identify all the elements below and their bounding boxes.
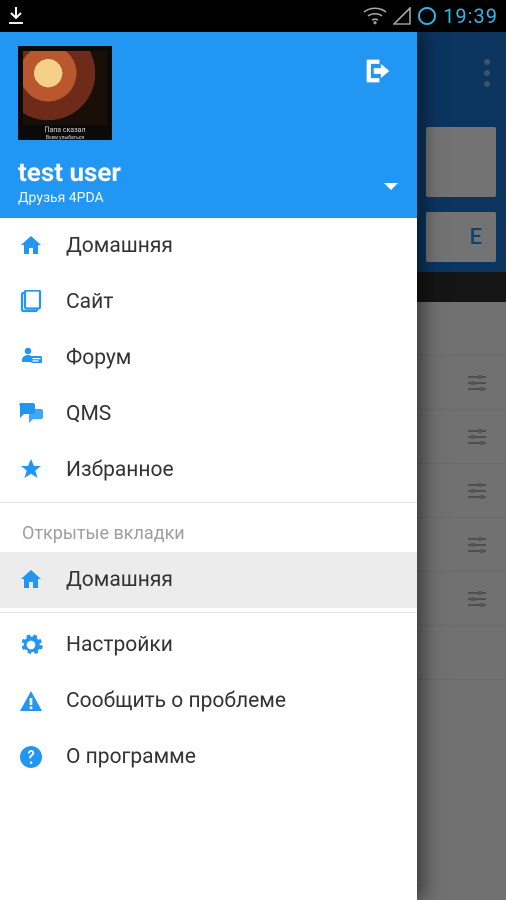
user-name: test user	[18, 158, 121, 188]
help-icon	[18, 745, 44, 769]
android-status-bar: 19:39	[0, 0, 506, 32]
menu-item-report[interactable]: Сообщить о проблеме	[0, 673, 417, 729]
avatar[interactable]: Папа сказал Всем улыбаться	[18, 46, 112, 140]
battery-icon	[417, 6, 437, 26]
menu-item-about[interactable]: О программе	[0, 729, 417, 785]
navigation-drawer: Папа сказал Всем улыбаться test user Дру…	[0, 32, 417, 900]
chevron-down-icon[interactable]	[383, 177, 399, 196]
chat-icon	[18, 403, 44, 425]
menu-item-site[interactable]: Сайт	[0, 274, 417, 330]
drawer-header[interactable]: Папа сказал Всем улыбаться test user Дру…	[0, 32, 417, 218]
status-clock: 19:39	[443, 4, 498, 28]
home-icon	[18, 568, 44, 592]
menu-item-label: Сайт	[66, 290, 113, 314]
wifi-icon	[363, 7, 387, 25]
menu-item-favorites[interactable]: Избранное	[0, 442, 417, 498]
home-icon	[18, 234, 44, 258]
menu-item-label: Домашняя	[66, 234, 173, 258]
menu-item-forum[interactable]: Форум	[0, 330, 417, 386]
divider	[0, 502, 417, 503]
menu-item-qms[interactable]: QMS	[0, 386, 417, 442]
network-icon	[393, 7, 411, 25]
gear-icon	[18, 632, 44, 658]
open-tabs-title: Открытые вкладки	[0, 507, 417, 552]
menu-item-label: Сообщить о проблеме	[66, 689, 286, 713]
menu-item-settings[interactable]: Настройки	[0, 617, 417, 673]
menu-item-label: Форум	[66, 346, 131, 370]
site-icon	[18, 290, 44, 314]
divider	[0, 612, 417, 613]
warning-icon	[18, 689, 44, 713]
open-tab-item[interactable]: Домашняя	[0, 552, 417, 608]
logout-icon[interactable]	[361, 54, 395, 92]
open-tab-label: Домашняя	[66, 568, 173, 592]
menu-item-label: QMS	[66, 402, 111, 426]
download-icon	[8, 7, 24, 25]
forum-icon	[18, 346, 44, 370]
menu-item-label: Избранное	[66, 458, 174, 482]
star-icon	[18, 458, 44, 482]
user-subtitle: Друзья 4PDA	[18, 190, 121, 206]
menu-item-label: Настройки	[66, 633, 173, 657]
avatar-caption: Папа сказал	[23, 127, 107, 134]
menu-item-label: О программе	[66, 745, 196, 769]
menu-item-home[interactable]: Домашняя	[0, 218, 417, 274]
